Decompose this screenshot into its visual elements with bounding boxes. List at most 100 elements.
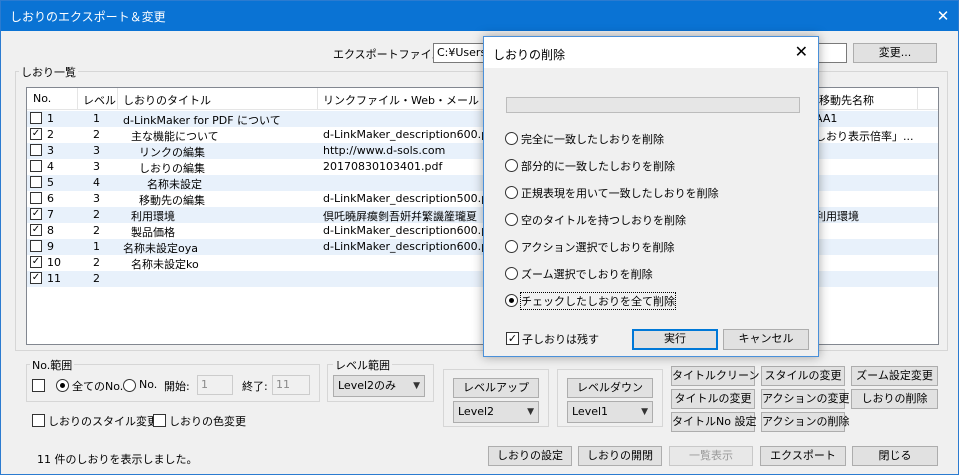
row-no: 5 — [47, 176, 54, 189]
column-link[interactable]: リンクファイル・Web・メール — [323, 92, 479, 108]
row-level: 1 — [93, 240, 100, 253]
level-down-select[interactable]: Level1 ▼ — [567, 401, 653, 423]
column-no[interactable]: No. — [33, 92, 51, 105]
level-up-value: Level2 — [458, 405, 495, 418]
row-title: 名称未設定oya — [123, 242, 198, 255]
row-no: 10 — [47, 256, 61, 269]
row-no: 4 — [47, 160, 54, 173]
level-down-value: Level1 — [572, 405, 609, 418]
no-range-title: No.範囲 — [30, 357, 75, 373]
row-no: 11 — [47, 272, 61, 285]
row-level: 3 — [93, 144, 100, 157]
row-checkbox[interactable] — [30, 240, 42, 252]
delete-option-radio[interactable] — [505, 240, 518, 253]
row-title: 製品価格 — [131, 226, 175, 239]
row-level: 3 — [93, 160, 100, 173]
row-level: 2 — [93, 224, 100, 237]
all-no-radio[interactable] — [56, 379, 69, 392]
bookmark-open-close-button[interactable]: しおりの開閉 — [578, 446, 662, 466]
row-checkbox[interactable] — [30, 176, 42, 188]
close-button[interactable]: 閉じる — [852, 446, 938, 466]
delete-option-label: 空のタイトルを持つしおりを削除 — [521, 214, 686, 227]
close-icon[interactable]: ✕ — [932, 5, 954, 27]
row-link: d-LinkMaker_description600.pdf — [323, 128, 489, 141]
action-delete-button[interactable]: アクションの削除 — [761, 412, 849, 432]
list-view-button[interactable]: 一覧表示 — [669, 446, 753, 466]
no-radio[interactable] — [123, 379, 136, 392]
row-checkbox[interactable]: ✓ — [30, 272, 42, 284]
row-no: 2 — [47, 128, 54, 141]
zoom-change-button[interactable]: ズーム設定変更 — [851, 366, 938, 386]
chevron-down-icon: ▼ — [413, 381, 420, 391]
row-checkbox[interactable]: ✓ — [30, 256, 42, 268]
style-change-checkbox[interactable] — [32, 414, 45, 427]
row-checkbox[interactable] — [30, 160, 42, 172]
row-destination: しおり表示倍率」... — [815, 130, 914, 143]
export-file-label: エクスポートファイル: — [333, 48, 447, 61]
row-link: d-LinkMaker_description600.pdf — [323, 240, 489, 253]
window-title: しおりのエクスポート＆変更 — [10, 10, 166, 24]
title-no-button[interactable]: タイトルNo 設定 — [671, 412, 756, 432]
row-checkbox[interactable] — [30, 192, 42, 204]
level-down-button[interactable]: レベルダウン — [567, 378, 653, 398]
delete-option-radio[interactable] — [505, 132, 518, 145]
title-clean-button[interactable]: タイトルクリーン — [671, 366, 759, 386]
bookmark-delete-button[interactable]: しおりの削除 — [851, 389, 938, 409]
row-no: 1 — [47, 112, 54, 125]
row-title: 名称未設定ko — [131, 258, 199, 271]
no-label: No. — [139, 378, 158, 391]
end-field[interactable]: 11 — [272, 375, 310, 395]
row-checkbox[interactable] — [30, 144, 42, 156]
row-level: 2 — [93, 208, 100, 221]
delete-option-radio[interactable] — [505, 159, 518, 172]
export-button[interactable]: エクスポート — [760, 446, 846, 466]
start-field[interactable]: 1 — [197, 375, 233, 395]
level-up-select[interactable]: Level2 ▼ — [453, 401, 539, 423]
row-level: 2 — [93, 128, 100, 141]
delete-option-label: 部分的に一致したしおりを削除 — [521, 160, 675, 173]
row-checkbox[interactable]: ✓ — [30, 208, 42, 220]
bookmark-list-title: しおり一覧 — [19, 64, 78, 80]
row-checkbox[interactable] — [30, 112, 42, 124]
dialog-title-bar: しおりの削除 ✕ — [484, 37, 818, 68]
style-change-button[interactable]: スタイルの変更 — [761, 366, 845, 386]
row-no: 6 — [47, 192, 54, 205]
delete-option-label: 完全に一致したしおりを削除 — [521, 133, 664, 146]
delete-option-radio[interactable] — [505, 267, 518, 280]
level-up-button[interactable]: レベルアップ — [453, 378, 539, 398]
bookmark-settings-button[interactable]: しおりの設定 — [488, 446, 572, 466]
row-destination: 利用環境 — [815, 210, 859, 223]
delete-option-radio[interactable] — [505, 294, 518, 307]
row-link: 20170830103401.pdf — [323, 160, 443, 173]
row-destination: AA1 — [815, 112, 838, 125]
status-text: 11 件のしおりを表示しました。 — [37, 453, 198, 466]
row-level: 3 — [93, 192, 100, 205]
delete-option-radio[interactable] — [505, 186, 518, 199]
title-change-button[interactable]: タイトルの変更 — [671, 389, 755, 409]
row-checkbox[interactable]: ✓ — [30, 224, 42, 236]
keep-children-checkbox[interactable]: ✓ — [506, 332, 519, 345]
row-level: 2 — [93, 272, 100, 285]
dialog-close-icon[interactable]: ✕ — [795, 42, 808, 61]
column-level[interactable]: レベル — [83, 92, 116, 108]
row-no: 8 — [47, 224, 54, 237]
row-title: 利用環境 — [131, 210, 175, 223]
delete-option-radio[interactable] — [505, 213, 518, 226]
start-label: 開始: — [164, 380, 190, 393]
action-change-button[interactable]: アクションの変更 — [761, 389, 849, 409]
delete-option-label: チェックしたしおりを全て削除 — [520, 292, 676, 310]
no-range-checkbox[interactable] — [32, 379, 45, 392]
row-title: 名称未設定 — [147, 178, 202, 191]
color-change-checkbox[interactable] — [153, 414, 166, 427]
row-title: リンクの編集 — [139, 146, 205, 159]
row-level: 1 — [93, 112, 100, 125]
cancel-button[interactable]: キャンセル — [723, 329, 809, 350]
level-range-title: レベル範囲 — [333, 357, 392, 373]
level-range-select[interactable]: Level2のみ ▼ — [333, 375, 425, 397]
row-link: d-LinkMaker_description500.pdf — [323, 192, 489, 205]
column-title[interactable]: しおりのタイトル — [123, 92, 211, 108]
run-button[interactable]: 実行 — [632, 329, 718, 350]
change-file-button[interactable]: 変更... — [853, 43, 937, 63]
column-destination[interactable]: 移動先名称 — [819, 92, 874, 108]
row-checkbox[interactable]: ✓ — [30, 128, 42, 140]
